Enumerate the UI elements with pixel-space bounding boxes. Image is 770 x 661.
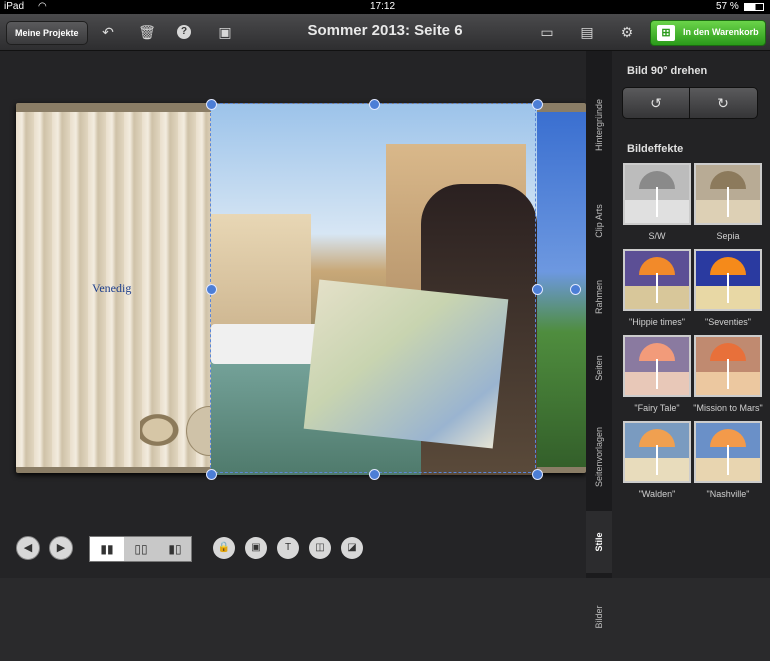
- add-image-icon[interactable]: ▣: [245, 537, 267, 559]
- umbrella-pole: [656, 187, 658, 217]
- umbrella-pole: [727, 445, 729, 475]
- effect-thumbnail[interactable]: [694, 421, 762, 483]
- page-text-venedig[interactable]: Venedig: [92, 281, 131, 296]
- page-view-icon[interactable]: ▮▯: [158, 537, 192, 561]
- effect-label: "Nashville": [706, 489, 750, 499]
- rotate-left-button[interactable]: ↺: [623, 88, 690, 118]
- effect-thumbnail[interactable]: [623, 163, 691, 225]
- resize-handle[interactable]: [206, 99, 217, 110]
- resize-handle[interactable]: [532, 99, 543, 110]
- resize-handle[interactable]: [570, 284, 581, 295]
- wifi-icon: ◠: [38, 1, 47, 12]
- effect-thumbnail[interactable]: [694, 335, 762, 397]
- effect-thumbnail[interactable]: [694, 249, 762, 311]
- toolbar: Meine Projekte ↶ 🗑 ? ▣ Sommer 2013: Seit…: [0, 14, 770, 51]
- resize-handle[interactable]: [206, 469, 217, 480]
- tab-pages[interactable]: Seiten: [586, 333, 612, 403]
- selection-frame[interactable]: [210, 103, 536, 473]
- effect-label: "Fairy Tale": [634, 403, 680, 413]
- send-backward-icon[interactable]: ◪: [341, 537, 363, 559]
- umbrella-pole: [727, 187, 729, 217]
- umbrella-pole: [727, 359, 729, 389]
- tab-styles[interactable]: Stile: [586, 511, 612, 573]
- view-mode-segment: ▮▮ ▯▯ ▮▯: [89, 536, 192, 562]
- page-title: Sommer 2013: Seite 6: [307, 22, 463, 39]
- add-to-cart-button[interactable]: ⊞ In den Warenkorb: [650, 20, 766, 46]
- effect-label: "Mission to Mars": [693, 403, 763, 413]
- trash-icon[interactable]: 🗑: [138, 23, 156, 41]
- rotate-control: ↺ ↻: [622, 87, 758, 119]
- effect-thumbnail[interactable]: [694, 163, 762, 225]
- battery-icon: [744, 3, 764, 11]
- rotate-right-button[interactable]: ↻: [690, 88, 756, 118]
- side-tab-bar: Hintergründe Clip Arts Rahmen Seiten Sei…: [586, 51, 612, 629]
- effect-thumbnail[interactable]: [623, 335, 691, 397]
- tab-backgrounds[interactable]: Hintergründe: [586, 69, 612, 181]
- effect-label: Sepia: [716, 231, 740, 241]
- device-label: iPad: [4, 1, 25, 12]
- image-icon[interactable]: ▭: [538, 23, 556, 41]
- tab-clip-arts[interactable]: Clip Arts: [586, 181, 612, 261]
- undo-icon[interactable]: ↶: [99, 23, 117, 41]
- umbrella-pole: [656, 273, 658, 303]
- status-bar: iPad ◠ 17:12 57 %: [0, 0, 770, 14]
- rotate-title: Bild 90° drehen: [627, 65, 708, 77]
- gear-icon[interactable]: ⚙: [618, 23, 636, 41]
- my-projects-button[interactable]: Meine Projekte: [6, 21, 88, 45]
- umbrella-pole: [727, 273, 729, 303]
- battery-label: 57 %: [716, 1, 739, 12]
- tab-page-templates[interactable]: Seitenvorlagen: [586, 403, 612, 511]
- next-page-button[interactable]: ▶: [49, 536, 73, 560]
- effect-label: "Seventies": [705, 317, 751, 327]
- resize-handle[interactable]: [206, 284, 217, 295]
- effect-label: "Hippie times": [629, 317, 685, 327]
- resize-handle[interactable]: [532, 284, 543, 295]
- umbrella-pole: [656, 445, 658, 475]
- shoes-icon: [140, 410, 184, 450]
- slideshow-icon[interactable]: ▣: [216, 23, 234, 41]
- bring-forward-icon[interactable]: ◫: [309, 537, 331, 559]
- effect-thumbnail[interactable]: [623, 249, 691, 311]
- previous-page-button[interactable]: ◀: [16, 536, 40, 560]
- effects-title: Bildeffekte: [627, 143, 684, 155]
- clock: 17:12: [370, 1, 396, 12]
- cart-label: In den Warenkorb: [683, 27, 759, 37]
- layout-icon[interactable]: ▤: [578, 23, 596, 41]
- resize-handle[interactable]: [369, 469, 380, 480]
- umbrella-pole: [656, 359, 658, 389]
- styles-panel: Bild 90° drehen ↺ ↻ Bildeffekte S/W Sepia…: [612, 51, 770, 578]
- lock-icon[interactable]: 🔒: [213, 537, 235, 559]
- effect-label: S/W: [648, 231, 666, 241]
- cart-icon: ⊞: [657, 25, 675, 41]
- resize-handle[interactable]: [532, 469, 543, 480]
- book-view-icon[interactable]: ▮▮: [90, 537, 124, 561]
- tab-images[interactable]: Bilder: [586, 573, 612, 661]
- help-icon[interactable]: ?: [177, 25, 191, 39]
- spread-view-icon[interactable]: ▯▯: [124, 537, 158, 561]
- effect-thumbnail[interactable]: [623, 421, 691, 483]
- tab-frames[interactable]: Rahmen: [586, 261, 612, 333]
- add-text-icon[interactable]: T: [277, 537, 299, 559]
- effect-label: "Walden": [638, 489, 676, 499]
- resize-handle[interactable]: [369, 99, 380, 110]
